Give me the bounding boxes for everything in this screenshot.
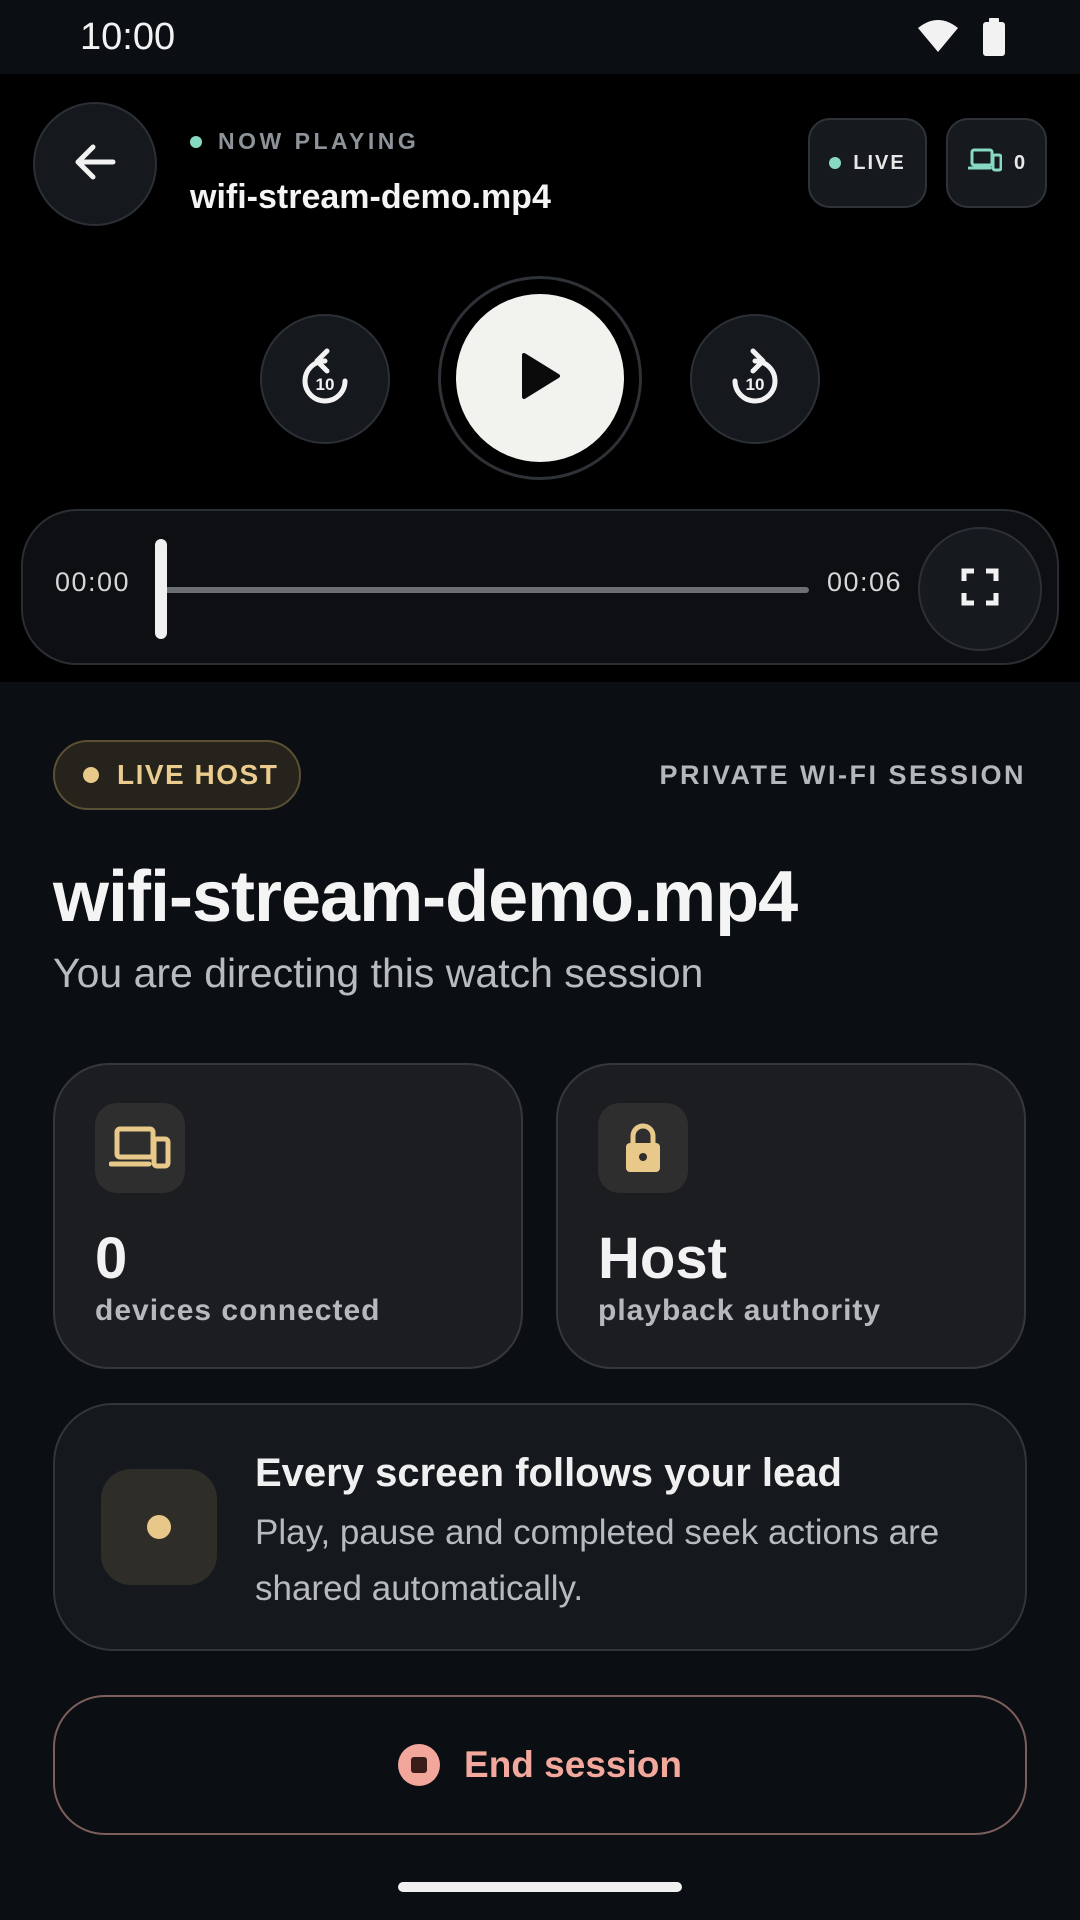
screen: 10:00 NOW PLAYING wifi-stream-demo.mp4 L…: [0, 0, 1080, 1920]
end-session-label: End session: [464, 1744, 682, 1785]
live-chip: LIVE: [808, 118, 927, 208]
replay-10-icon: 10: [297, 347, 353, 412]
stop-icon-square: [411, 1757, 428, 1773]
host-badge-label: LIVE HOST: [117, 759, 279, 790]
arrow-left-icon: [73, 140, 117, 189]
sync-dot-icon: [101, 1469, 217, 1585]
devices-icon: [967, 148, 1003, 178]
now-playing-text: NOW PLAYING: [218, 128, 420, 154]
sync-dot: [147, 1515, 171, 1539]
battery-icon: [982, 18, 1006, 61]
sync-info-body: Play, pause and completed seek actions a…: [255, 1513, 940, 1608]
devices-count-label: devices connected: [95, 1294, 381, 1327]
status-time: 10:00: [80, 16, 176, 58]
status-dot: [190, 135, 202, 148]
total-time: 00:06: [827, 567, 903, 597]
play-button[interactable]: [456, 294, 624, 462]
page-subtitle: You are directing this watch session: [53, 950, 704, 996]
fullscreen-icon: [961, 568, 999, 611]
host-dot: [83, 767, 99, 783]
sync-info-title: Every screen follows your lead: [255, 1451, 842, 1495]
current-time: 00:00: [55, 567, 131, 597]
seek-thumb[interactable]: [155, 539, 167, 639]
rewind-10-button[interactable]: 10: [260, 314, 390, 444]
home-indicator[interactable]: [398, 1882, 682, 1892]
page-title: wifi-stream-demo.mp4: [53, 857, 798, 937]
devices-stat-card: 0 devices connected: [53, 1063, 523, 1369]
lock-icon: [598, 1103, 688, 1193]
live-dot: [829, 157, 842, 169]
stop-icon: [398, 1744, 441, 1786]
end-session-button[interactable]: End session: [53, 1695, 1027, 1835]
player-filename: wifi-stream-demo.mp4: [190, 178, 551, 216]
session-type: PRIVATE WI-FI SESSION: [659, 760, 1026, 790]
devices-chip[interactable]: 0: [946, 118, 1047, 208]
status-bar: 10:00: [0, 0, 1080, 74]
live-chip-label: LIVE: [853, 151, 906, 174]
forward-10-button[interactable]: 10: [690, 314, 820, 444]
play-icon: [518, 351, 562, 406]
video-player: NOW PLAYING wifi-stream-demo.mp4 LIVE 0: [0, 74, 1080, 682]
device-count: 0: [1013, 151, 1026, 174]
seek-bar[interactable]: [161, 587, 809, 593]
play-button-ring: [438, 276, 642, 480]
sync-info-card: Every screen follows your lead Play, pau…: [53, 1403, 1027, 1651]
fullscreen-button[interactable]: [918, 527, 1042, 651]
authority-value: Host: [598, 1226, 727, 1291]
authority-label: playback authority: [598, 1294, 882, 1327]
authority-stat-card: Host playback authority: [556, 1063, 1026, 1369]
rewind-seconds: 10: [316, 375, 335, 394]
devices-icon: [95, 1103, 185, 1193]
back-button[interactable]: [33, 102, 157, 226]
wifi-icon: [916, 18, 960, 59]
forward-seconds: 10: [746, 375, 765, 394]
forward-10-icon: 10: [727, 347, 783, 412]
now-playing-label: NOW PLAYING: [190, 128, 419, 155]
live-host-badge: LIVE HOST: [53, 740, 301, 810]
devices-count-value: 0: [95, 1226, 128, 1291]
seek-panel: 00:00 00:06: [21, 509, 1059, 665]
